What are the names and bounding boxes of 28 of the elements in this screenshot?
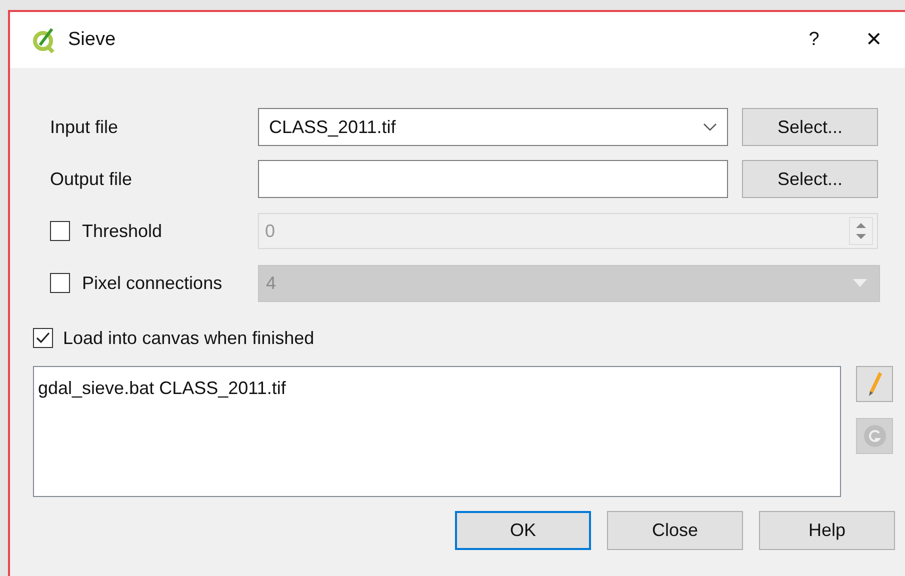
select-button[interactable]: Select... [742, 108, 878, 146]
combo-value: CLASS_2011.tif [269, 116, 397, 138]
pencil-icon [866, 371, 882, 397]
field-label: Threshold [82, 220, 162, 242]
spin-value: 0 [265, 220, 276, 242]
dialog-button[interactable]: Help [759, 511, 895, 550]
dropdown-arrow-icon [853, 279, 867, 287]
help-button[interactable]: ? [796, 26, 832, 54]
check-icon [36, 332, 50, 344]
load-option-label: Load into canvas when finished [63, 326, 314, 350]
select-button[interactable]: Select... [742, 160, 878, 198]
checkbox[interactable] [33, 328, 53, 348]
reset-icon [862, 424, 886, 448]
select-value: 4 [266, 272, 278, 294]
window-title: Sieve [68, 28, 116, 52]
field-label: Input file [50, 116, 118, 139]
field-label: Output file [50, 168, 132, 191]
input-file-combo[interactable]: CLASS_2011.tif [258, 108, 728, 146]
spin-arrows-icon [849, 217, 873, 245]
app-logo-icon [32, 27, 56, 53]
close-button[interactable]: ✕ [854, 25, 894, 55]
field-label: Pixel connections [82, 272, 222, 294]
command-text: gdal_sieve.bat CLASS_2011.tif [38, 378, 286, 398]
output-file-field[interactable] [258, 160, 728, 198]
dialog-button[interactable]: OK [455, 511, 591, 550]
dialog-button[interactable]: Close [607, 511, 743, 550]
command-textarea[interactable]: gdal_sieve.bat CLASS_2011.tif [33, 366, 841, 497]
chevron-down-icon [703, 123, 717, 131]
